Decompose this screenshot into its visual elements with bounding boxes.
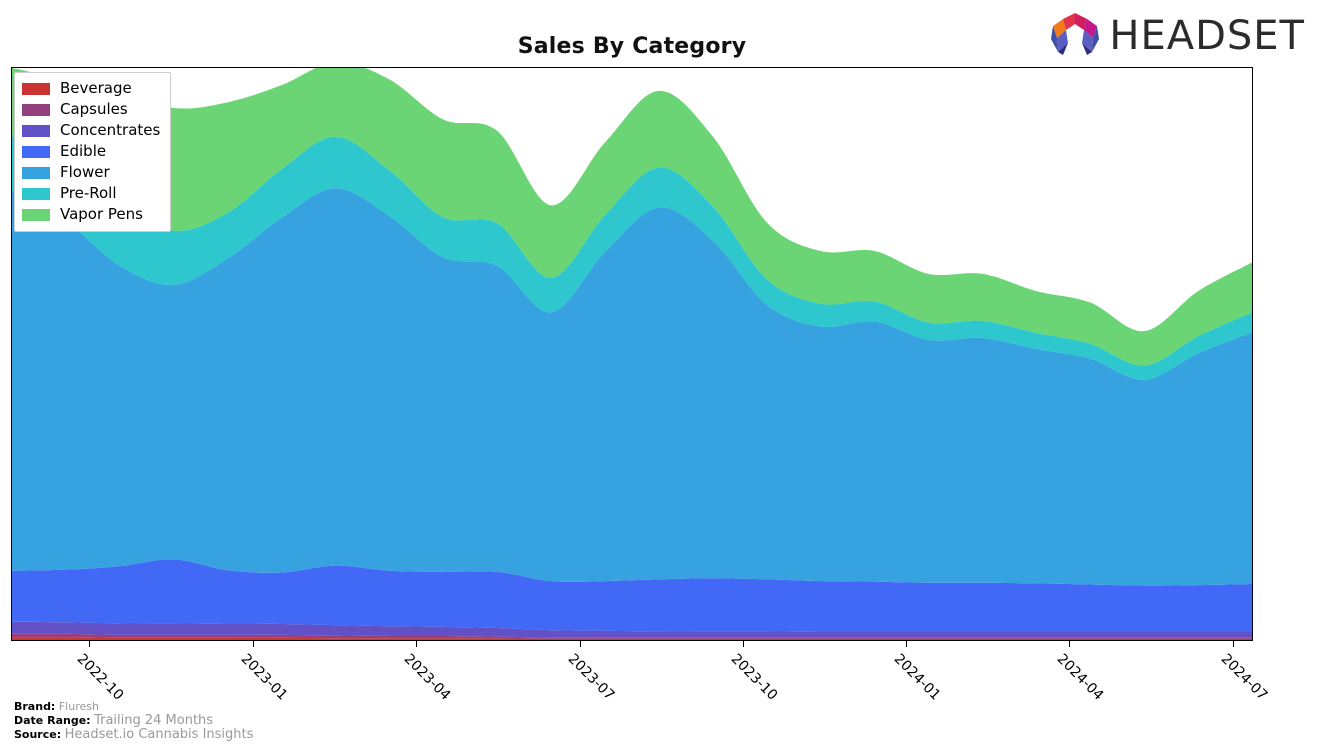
footer-brand-label: Brand: <box>14 700 56 713</box>
x-axis-tick-mark <box>1233 641 1235 647</box>
chart-page: Sales By Category HEADSET Beverage Capsu… <box>0 0 1317 746</box>
x-axis-tick-mark <box>88 641 90 647</box>
chart-legend: Beverage Capsules Concentrates Edible Flower… <box>14 72 172 232</box>
legend-swatch-icon <box>22 103 50 116</box>
chart-footer: Brand: Fluresh Date Range: Trailing 24 M… <box>14 700 253 742</box>
x-axis-tick-label: 2024-04 <box>1053 651 1107 704</box>
legend-item-concentrates[interactable]: Concentrates <box>22 120 160 141</box>
footer-date-range: Date Range: Trailing 24 Months <box>14 714 253 728</box>
x-axis-tick-label: 2023-07 <box>564 651 618 704</box>
legend-item-label: Capsules <box>60 100 128 118</box>
footer-brand: Brand: Fluresh <box>14 700 253 714</box>
x-axis-tick-label: 2023-01 <box>237 651 291 704</box>
legend-item-label: Beverage <box>60 79 132 97</box>
footer-date-range-label: Date Range: <box>14 714 91 727</box>
x-axis-tick-label: 2023-04 <box>400 651 454 704</box>
legend-item-label: Pre-Roll <box>60 184 117 202</box>
legend-swatch-icon <box>22 82 50 95</box>
x-axis-tick-mark <box>579 641 581 647</box>
x-axis-tick-mark <box>415 641 417 647</box>
headset-logo: HEADSET <box>1049 10 1305 62</box>
legend-item-beverage[interactable]: Beverage <box>22 78 160 99</box>
x-axis-tick-label: 2023-10 <box>727 651 780 704</box>
x-axis-tick-label: 2024-01 <box>891 651 944 704</box>
logo-wordmark: HEADSET <box>1109 13 1305 59</box>
footer-source-value: Headset.io Cannabis Insights <box>64 727 254 742</box>
x-axis-tick-label: 2024-07 <box>1217 651 1271 704</box>
plot-area <box>11 67 1253 641</box>
legend-item-edible[interactable]: Edible <box>22 141 160 162</box>
x-axis-tick-mark <box>906 641 908 647</box>
x-axis-tick-mark <box>742 641 744 647</box>
legend-swatch-icon <box>22 166 50 179</box>
legend-item-label: Vapor Pens <box>60 205 143 223</box>
x-axis-tick-mark <box>1069 641 1071 647</box>
legend-item-flower[interactable]: Flower <box>22 162 160 183</box>
legend-item-capsules[interactable]: Capsules <box>22 99 160 120</box>
footer-source: Source: Headset.io Cannabis Insights <box>14 728 253 742</box>
legend-item-pre-roll[interactable]: Pre-Roll <box>22 183 160 204</box>
footer-brand-value: Fluresh <box>58 700 99 713</box>
legend-swatch-icon <box>22 208 50 221</box>
stacked-area-chart <box>12 68 1252 640</box>
x-axis-tick-label: 2022-10 <box>73 651 126 704</box>
footer-source-label: Source: <box>14 728 62 741</box>
legend-item-label: Concentrates <box>60 121 161 139</box>
legend-item-label: Flower <box>60 163 110 181</box>
x-axis-tick-mark <box>253 641 255 647</box>
legend-swatch-icon <box>22 187 50 200</box>
headset-hexagon-logo-icon <box>1049 10 1101 62</box>
legend-item-label: Edible <box>60 142 107 160</box>
legend-swatch-icon <box>22 124 50 137</box>
legend-swatch-icon <box>22 145 50 158</box>
footer-date-range-value: Trailing 24 Months <box>94 713 214 728</box>
legend-item-vapor-pens[interactable]: Vapor Pens <box>22 204 160 225</box>
